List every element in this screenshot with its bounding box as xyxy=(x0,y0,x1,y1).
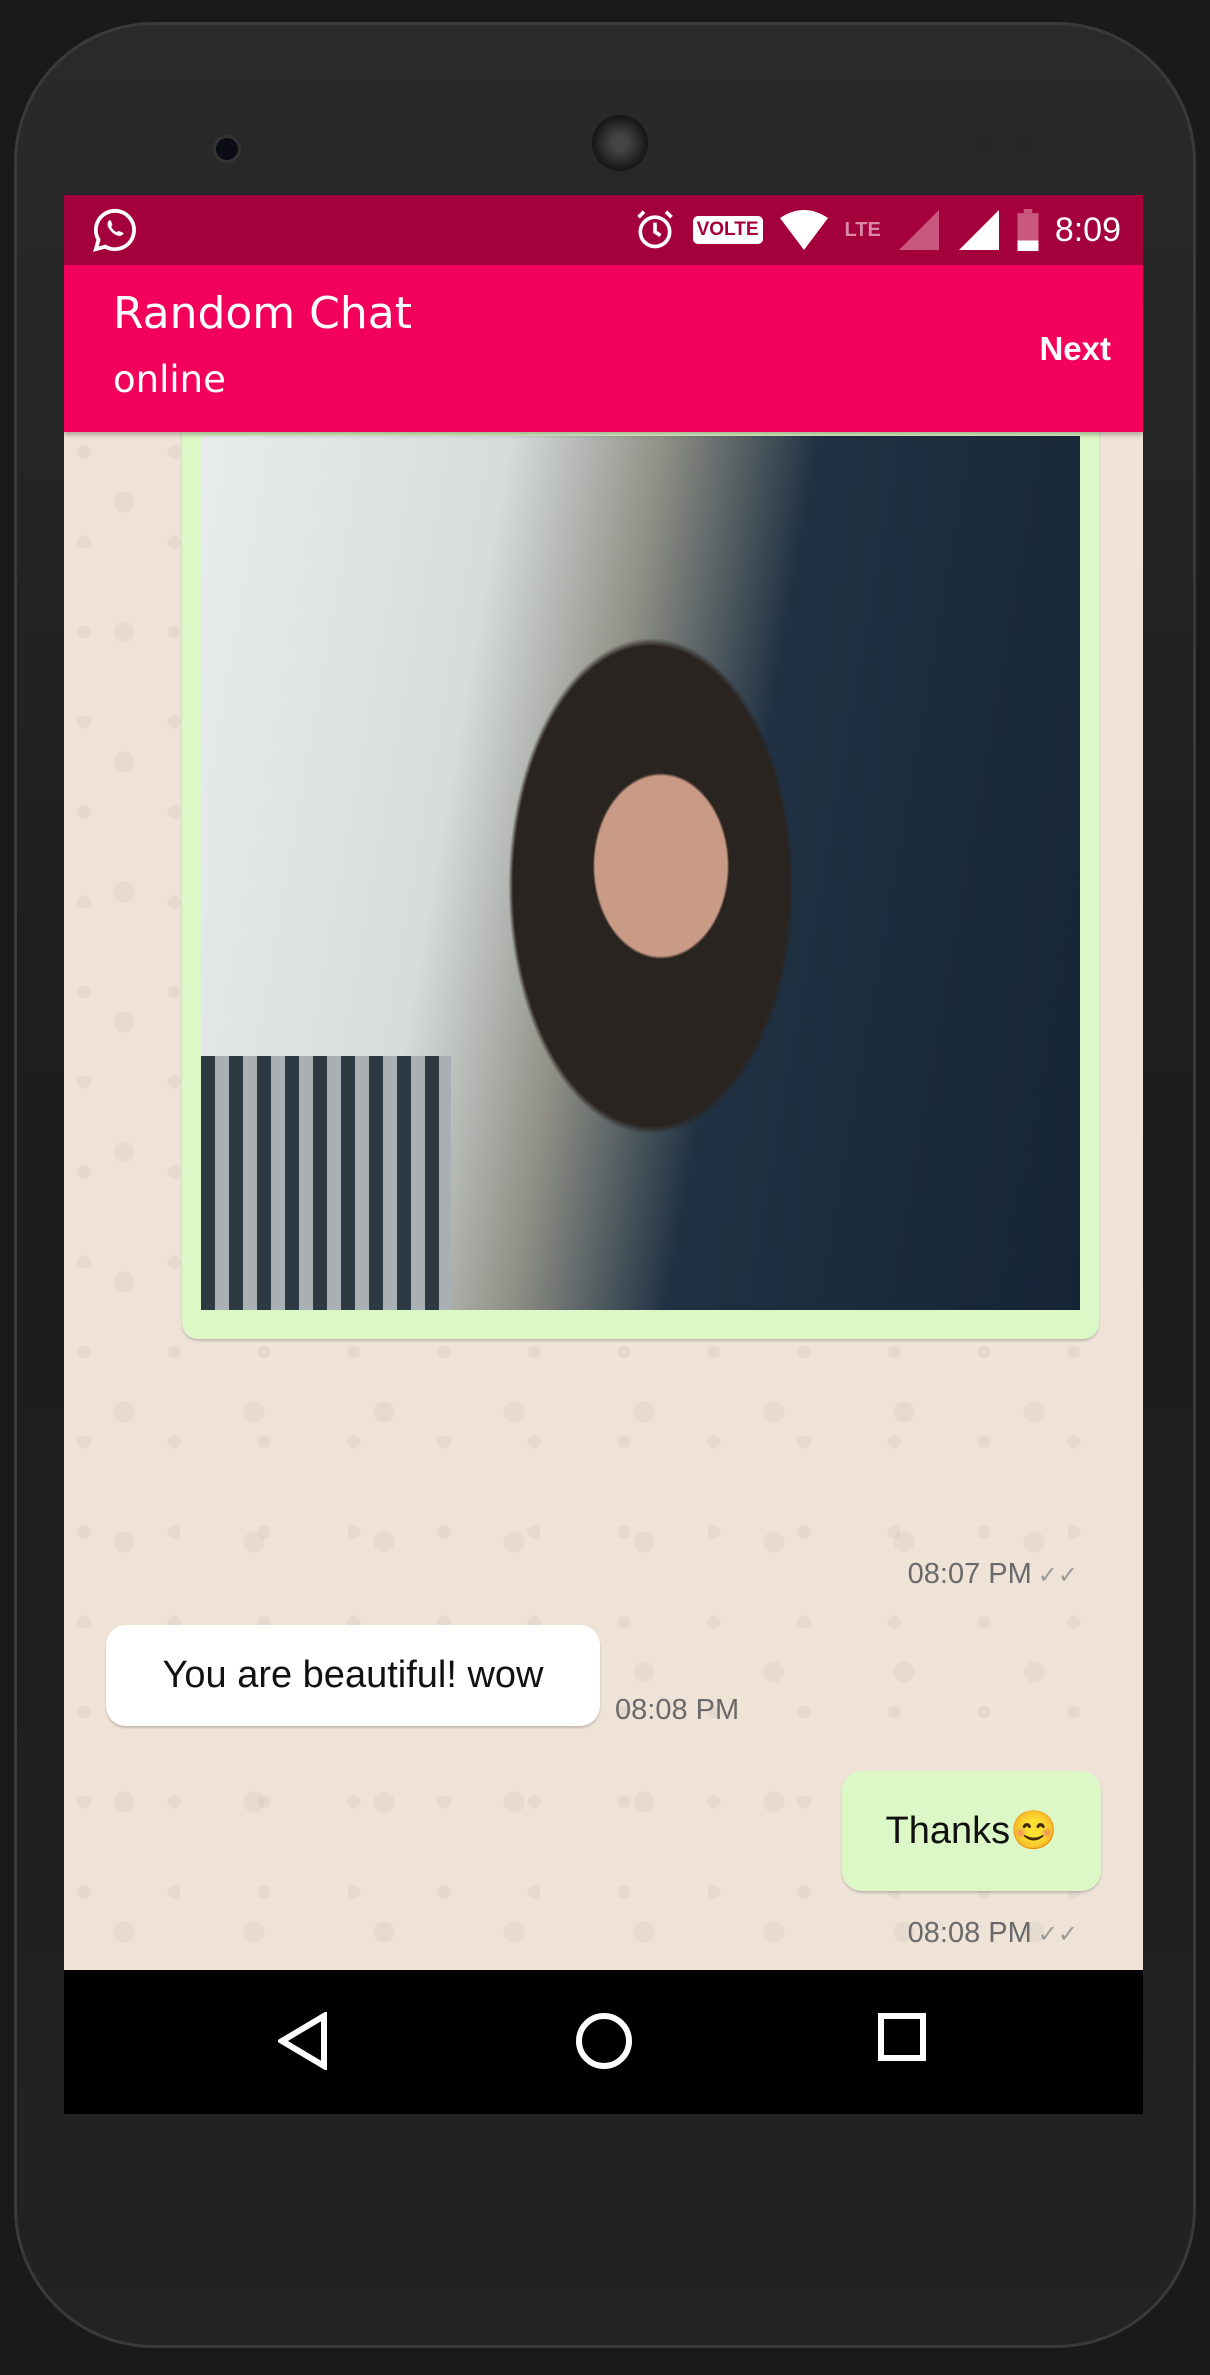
photo-detail xyxy=(201,1056,451,1310)
next-button[interactable]: Next xyxy=(1039,330,1111,368)
read-ticks-icon: ✓✓ xyxy=(1037,1921,1078,1948)
image-message[interactable] xyxy=(182,432,1099,1339)
navigation-bar xyxy=(64,1970,1143,2114)
clock: 8:09 xyxy=(1054,210,1121,249)
incoming-message: You are beautiful! wow xyxy=(106,1625,600,1726)
photo[interactable] xyxy=(201,436,1080,1310)
screen: VOLTE LTE 8:09 Random Chat online Next 0… xyxy=(64,195,1143,2114)
volte-badge: VOLTE xyxy=(692,216,763,244)
front-camera xyxy=(213,135,241,163)
signal-icon xyxy=(898,210,939,250)
earpiece-speaker xyxy=(592,115,648,171)
lte-indicator: LTE xyxy=(844,218,881,241)
wifi-icon xyxy=(779,210,828,250)
home-icon[interactable] xyxy=(575,2012,633,2070)
sensor xyxy=(977,137,991,151)
whatsapp-icon xyxy=(93,208,136,252)
recents-icon[interactable] xyxy=(877,2012,927,2062)
back-icon[interactable] xyxy=(278,2012,328,2070)
message-text: You are beautiful! wow xyxy=(162,1654,544,1696)
message-text: Thanks😊 xyxy=(885,1810,1058,1852)
sensor xyxy=(1017,137,1031,151)
outgoing-message: Thanks😊 xyxy=(842,1771,1101,1891)
chat-title: Random Chat xyxy=(113,288,412,339)
app-bar: Random Chat online Next xyxy=(64,265,1143,432)
read-ticks-icon: ✓✓ xyxy=(1037,1562,1078,1589)
chat-area[interactable]: 08:07 PM ✓✓ You are beautiful! wow 08:08 … xyxy=(64,432,1143,1970)
signal-icon xyxy=(958,210,999,250)
message-time: 08:07 PM ✓✓ xyxy=(907,1558,1078,1590)
status-bar: VOLTE LTE 8:09 xyxy=(64,195,1143,265)
chat-status: online xyxy=(113,358,226,401)
battery-icon xyxy=(1017,209,1039,251)
alarm-icon xyxy=(636,210,673,249)
message-time: 08:08 PM ✓✓ xyxy=(907,1917,1078,1949)
message-time: 08:08 PM xyxy=(615,1694,740,1726)
